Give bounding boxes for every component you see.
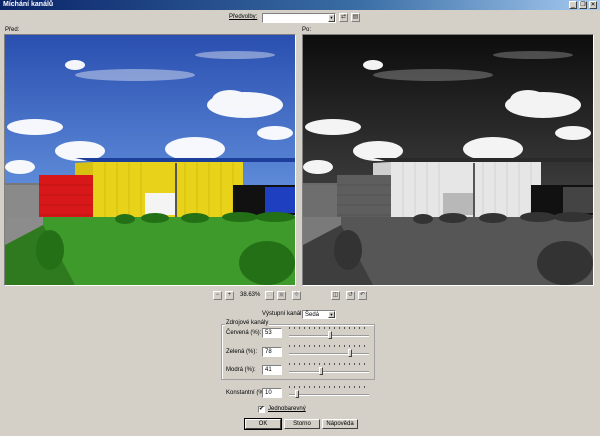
output-channel-label: Výstupní kanál:: [262, 311, 304, 317]
monochrome-checkbox[interactable]: ✔: [258, 406, 265, 413]
constant-value: 10: [265, 390, 272, 396]
chevron-down-icon: ▼: [328, 311, 335, 318]
green-channel-label: Zelená (%):: [226, 349, 258, 355]
before-label: Před:: [5, 27, 20, 33]
zoom-level: 38.63%: [240, 292, 261, 298]
presets-dropdown[interactable]: ▼: [262, 13, 336, 23]
pan-icon[interactable]: ✥: [292, 291, 301, 300]
chevron-down-icon: ▼: [328, 14, 335, 22]
slider-ticks: [289, 345, 369, 347]
close-button[interactable]: ✕: [589, 1, 597, 9]
slider-ticks: [289, 363, 369, 365]
slider-thumb[interactable]: [347, 349, 352, 357]
slider-track: [289, 394, 369, 396]
slider-track: [289, 371, 369, 373]
restore-button[interactable]: ❐: [579, 1, 587, 9]
slider-thumb[interactable]: [318, 367, 323, 375]
monochrome-label: Jednobarevný: [268, 406, 306, 412]
save-preset-icon[interactable]: ▤: [351, 13, 360, 22]
red-channel-label: Červená (%):: [226, 330, 262, 336]
before-image: [5, 35, 295, 285]
after-label: Po:: [302, 27, 312, 33]
cancel-button[interactable]: Storno: [284, 419, 320, 429]
zoom-out-icon[interactable]: −: [213, 291, 222, 300]
output-channel-dropdown[interactable]: Šedá ▼: [302, 310, 336, 319]
zoom-in-icon[interactable]: +: [225, 291, 234, 300]
title-bar: Míchání kanálů _ ❐ ✕: [0, 0, 600, 10]
window-title: Míchání kanálů: [3, 1, 54, 8]
actual-size-icon[interactable]: ▣: [277, 291, 286, 300]
blue-channel-label: Modrá (%):: [226, 367, 256, 373]
undo-icon[interactable]: ↶: [358, 291, 367, 300]
slider-ticks: [289, 327, 369, 329]
slider-track: [289, 353, 369, 355]
green-channel-input[interactable]: 78: [262, 347, 282, 357]
output-channel-value: Šedá: [305, 312, 320, 318]
fit-window-icon[interactable]: □: [265, 291, 274, 300]
after-preview[interactable]: [302, 34, 594, 286]
help-button[interactable]: Nápověda: [322, 419, 358, 429]
blue-channel-input[interactable]: 41: [262, 365, 282, 375]
red-channel-input[interactable]: 53: [262, 328, 282, 338]
slider-thumb[interactable]: [328, 331, 333, 339]
load-preset-icon[interactable]: ⇄: [339, 13, 348, 22]
slider-thumb[interactable]: [294, 390, 299, 398]
minimize-button[interactable]: _: [569, 1, 577, 9]
presets-label: Předvolby:: [229, 14, 258, 20]
before-preview[interactable]: [4, 34, 296, 286]
reset-icon[interactable]: ↺: [346, 291, 355, 300]
split-view-icon[interactable]: ◫: [331, 291, 340, 300]
slider-ticks: [289, 386, 369, 388]
constant-input[interactable]: 10: [262, 388, 282, 398]
blue-channel-value: 41: [265, 367, 272, 373]
ok-button[interactable]: OK: [244, 418, 282, 430]
source-channels-title: Zdrojové kanály: [225, 320, 270, 327]
red-channel-value: 53: [265, 330, 272, 336]
after-image: [303, 35, 593, 285]
green-channel-value: 78: [265, 349, 272, 355]
